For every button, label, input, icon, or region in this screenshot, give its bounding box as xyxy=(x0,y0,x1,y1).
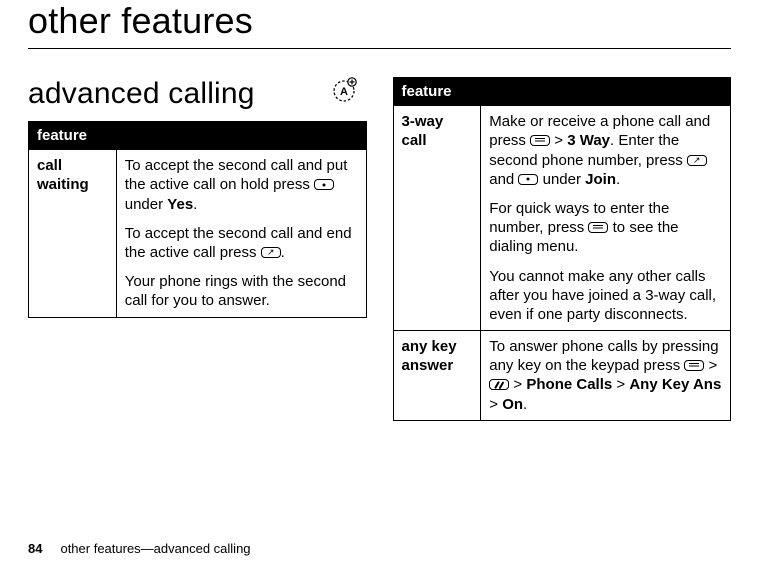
table-row: call waiting To accept the second call a… xyxy=(29,150,367,317)
feature-name: call waiting xyxy=(29,150,117,317)
menu-label: Any Key Ans xyxy=(629,376,721,393)
menu-label: Join xyxy=(585,171,616,188)
text: under xyxy=(538,171,585,188)
text: . xyxy=(281,244,285,261)
text: > xyxy=(612,376,629,393)
text: . xyxy=(523,396,527,413)
section-heading: advanced calling xyxy=(28,77,367,111)
desc-para: To answer phone calls by pressing any ke… xyxy=(489,337,722,414)
menu-key-icon xyxy=(530,135,550,146)
table-row: 3-way call Make or receive a phone call … xyxy=(393,106,731,331)
text: > xyxy=(704,357,717,374)
feature-name: any key answer xyxy=(393,331,481,421)
desc-para: To accept the second call and end the ac… xyxy=(125,224,358,262)
feature-desc: To answer phone calls by pressing any ke… xyxy=(481,331,731,421)
text: Your phone rings with the second call fo… xyxy=(125,273,346,309)
footer: 84 other features—advanced calling xyxy=(28,541,251,556)
table-header: feature xyxy=(29,122,367,150)
menu-key-icon xyxy=(588,222,608,233)
menu-label: On xyxy=(502,396,523,413)
softkey-dot-icon xyxy=(314,179,334,190)
page-number: 84 xyxy=(28,541,42,556)
menu-label: Phone Calls xyxy=(526,376,612,393)
feature-desc: To accept the second call and put the ac… xyxy=(116,150,366,317)
footer-text: other features—advanced calling xyxy=(60,541,250,556)
right-feature-table: feature 3-way call Make or receive a pho… xyxy=(393,77,732,421)
right-column: feature 3-way call Make or receive a pho… xyxy=(393,77,732,421)
text: > xyxy=(509,376,526,393)
send-key-icon xyxy=(687,155,707,166)
svg-text:A: A xyxy=(340,86,348,98)
text: . xyxy=(193,196,197,213)
text: To accept the second call and end the ac… xyxy=(125,225,352,261)
end-key-icon xyxy=(261,247,281,258)
menu-label: Yes xyxy=(167,196,193,213)
desc-para: Your phone rings with the second call fo… xyxy=(125,272,358,310)
desc-para: For quick ways to enter the number, pres… xyxy=(489,199,722,257)
desc-para: To accept the second call and put the ac… xyxy=(125,156,358,214)
columns: advanced calling A feature call waiting … xyxy=(28,77,731,421)
text: > xyxy=(489,396,502,413)
feature-name: 3-way call xyxy=(393,106,481,331)
text: and xyxy=(489,171,518,188)
text: . xyxy=(616,171,620,188)
feature-desc: Make or receive a phone call and press >… xyxy=(481,106,731,331)
desc-para: You cannot make any other calls after yo… xyxy=(489,267,722,325)
text: > xyxy=(550,132,567,149)
left-feature-table: feature call waiting To accept the secon… xyxy=(28,121,367,318)
menu-label: 3 Way xyxy=(567,132,610,149)
softkey-dot-icon xyxy=(518,174,538,185)
menu-key-icon xyxy=(684,360,704,371)
title-rule xyxy=(28,48,731,49)
page-title: other features xyxy=(28,0,731,42)
availability-icon: A xyxy=(329,75,359,110)
table-header: feature xyxy=(393,78,731,106)
desc-para: Make or receive a phone call and press >… xyxy=(489,112,722,189)
left-column: advanced calling A feature call waiting … xyxy=(28,77,367,421)
settings-key-icon xyxy=(489,379,509,390)
text: under xyxy=(125,196,168,213)
table-row: any key answer To answer phone calls by … xyxy=(393,331,731,421)
